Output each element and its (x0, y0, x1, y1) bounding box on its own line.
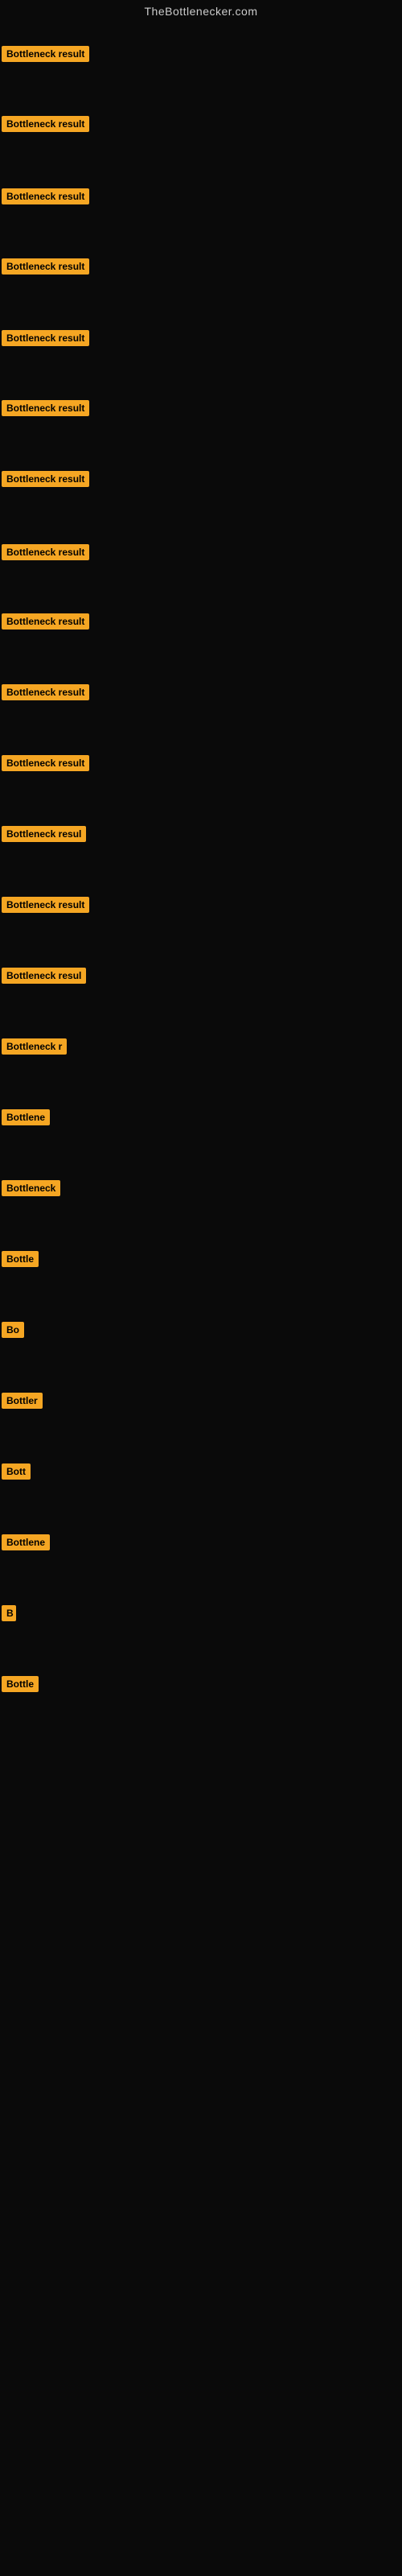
bottleneck-badge-8[interactable]: Bottleneck result (2, 544, 89, 560)
bottleneck-badge-row-2: Bottleneck result (2, 116, 89, 136)
bottleneck-badge-row-17: Bottleneck (2, 1180, 60, 1200)
bottleneck-badge-row-11: Bottleneck result (2, 755, 89, 775)
bottleneck-badge-row-13: Bottleneck result (2, 897, 89, 917)
bottleneck-badge-row-15: Bottleneck r (2, 1038, 67, 1059)
bottleneck-badge-5[interactable]: Bottleneck result (2, 330, 89, 346)
bottleneck-badge-18[interactable]: Bottle (2, 1251, 39, 1267)
bottleneck-badge-row-8: Bottleneck result (2, 544, 89, 564)
bottleneck-badge-21[interactable]: Bott (2, 1463, 31, 1480)
bottleneck-badge-13[interactable]: Bottleneck result (2, 897, 89, 913)
bottleneck-badge-row-20: Bottler (2, 1393, 43, 1413)
bottleneck-badge-3[interactable]: Bottleneck result (2, 188, 89, 204)
bottleneck-badge-row-12: Bottleneck resul (2, 826, 86, 846)
bottleneck-badge-row-9: Bottleneck result (2, 613, 89, 634)
bottleneck-badge-row-10: Bottleneck result (2, 684, 89, 704)
bottleneck-badge-row-22: Bottlene (2, 1534, 50, 1554)
site-title: TheBottlenecker.com (0, 0, 402, 23)
bottleneck-badge-row-16: Bottlene (2, 1109, 50, 1129)
bottleneck-badge-9[interactable]: Bottleneck result (2, 613, 89, 630)
bottleneck-badge-19[interactable]: Bo (2, 1322, 24, 1338)
bottleneck-badge-row-1: Bottleneck result (2, 46, 89, 66)
bottleneck-badge-10[interactable]: Bottleneck result (2, 684, 89, 700)
bottleneck-badge-row-14: Bottleneck resul (2, 968, 86, 988)
bottleneck-badge-row-3: Bottleneck result (2, 188, 89, 208)
bottleneck-badge-22[interactable]: Bottlene (2, 1534, 50, 1550)
bottleneck-badge-row-23: B (2, 1605, 16, 1625)
bottleneck-badge-2[interactable]: Bottleneck result (2, 116, 89, 132)
bottleneck-badge-6[interactable]: Bottleneck result (2, 400, 89, 416)
bottleneck-badge-4[interactable]: Bottleneck result (2, 258, 89, 275)
bottleneck-badge-20[interactable]: Bottler (2, 1393, 43, 1409)
bottleneck-badge-row-24: Bottle (2, 1676, 39, 1696)
bottleneck-badge-row-4: Bottleneck result (2, 258, 89, 279)
bottleneck-badge-23[interactable]: B (2, 1605, 16, 1621)
bottleneck-badge-1[interactable]: Bottleneck result (2, 46, 89, 62)
bottleneck-badge-15[interactable]: Bottleneck r (2, 1038, 67, 1055)
bottleneck-badge-7[interactable]: Bottleneck result (2, 471, 89, 487)
bottleneck-badge-14[interactable]: Bottleneck resul (2, 968, 86, 984)
bottleneck-badge-row-21: Bott (2, 1463, 31, 1484)
bottleneck-badge-17[interactable]: Bottleneck (2, 1180, 60, 1196)
bottleneck-badge-row-18: Bottle (2, 1251, 39, 1271)
bottleneck-badge-24[interactable]: Bottle (2, 1676, 39, 1692)
bottleneck-badge-12[interactable]: Bottleneck resul (2, 826, 86, 842)
bottleneck-badge-row-19: Bo (2, 1322, 24, 1342)
bottleneck-badge-row-7: Bottleneck result (2, 471, 89, 491)
bottleneck-badge-row-5: Bottleneck result (2, 330, 89, 350)
bottleneck-badge-11[interactable]: Bottleneck result (2, 755, 89, 771)
bottleneck-badge-16[interactable]: Bottlene (2, 1109, 50, 1125)
bottleneck-badge-row-6: Bottleneck result (2, 400, 89, 420)
